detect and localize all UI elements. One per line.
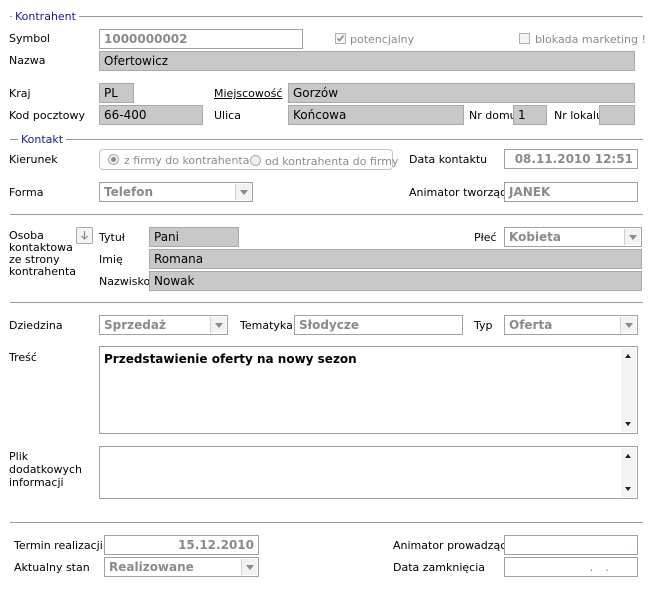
plec-value: Kobieta — [509, 230, 562, 244]
animator-tworzacy-field[interactable]: JANEK — [504, 182, 638, 202]
forma-value: Telefon — [104, 185, 153, 199]
plec-label: Płeć — [474, 231, 497, 244]
chevron-down-icon[interactable] — [235, 184, 251, 200]
data-kontaktu-label: Data kontaktu — [409, 153, 488, 166]
scroll-up-icon[interactable] — [625, 454, 631, 458]
tytul-field: Pani — [149, 227, 239, 247]
chevron-down-icon[interactable] — [210, 317, 226, 333]
tematyka-label: Tematyka — [240, 319, 293, 332]
section-divider — [10, 522, 643, 523]
radio-z-firmy-label: z firmy do kontrahenta — [124, 154, 250, 167]
dziedzina-select[interactable]: Sprzedaż — [99, 315, 228, 335]
radio-od-kontrahenta-label: od kontrahenta do firmy — [265, 155, 399, 168]
data-zamkniecia-label: Data zamknięcia — [393, 561, 486, 574]
symbol-field[interactable]: 1000000002 — [99, 29, 303, 49]
section-divider — [10, 302, 643, 303]
forma-label: Forma — [9, 186, 44, 199]
section-divider — [10, 139, 643, 140]
plik-scrollbar[interactable] — [621, 448, 636, 497]
animator-tworzacy-label: Animator tworzący — [409, 186, 513, 199]
nr-lokalu-field — [599, 105, 635, 125]
tematyka-field[interactable]: Słodycze — [294, 315, 463, 335]
termin-realizacji-label: Termin realizacji — [14, 539, 103, 552]
data-zamkniecia-field[interactable]: . . — [504, 557, 638, 577]
section-title-kontrahent: Kontrahent — [12, 10, 79, 23]
scroll-down-icon[interactable] — [625, 487, 631, 491]
blokada-label: blokada marketing ! — [535, 33, 646, 46]
miejscowosc-field: Gorzów — [288, 83, 635, 103]
ulica-field: Końcowa — [288, 105, 464, 125]
nr-domu-label: Nr domu — [469, 109, 517, 122]
section-title-kontakt: Kontakt — [18, 133, 67, 146]
dziedzina-label: Dziedzina — [9, 319, 63, 332]
blokada-checkbox[interactable] — [519, 33, 530, 44]
kierunek-label: Kierunek — [9, 153, 58, 166]
kraj-label: Kraj — [9, 87, 31, 100]
radio-od-kontrahenta[interactable] — [250, 155, 261, 166]
symbol-label: Symbol — [9, 32, 50, 45]
tresc-label: Treść — [9, 351, 37, 364]
termin-realizacji-field[interactable]: 15.12.2010 — [104, 535, 259, 555]
section-divider — [10, 214, 643, 215]
chevron-down-icon[interactable] — [620, 317, 636, 333]
kraj-field: PL — [99, 83, 134, 103]
osoba-kontaktowa-label: Osoba kontaktowa ze strony kontrahenta — [9, 229, 77, 278]
forma-select[interactable]: Telefon — [99, 182, 253, 202]
down-arrow-button[interactable] — [76, 227, 93, 244]
radio-z-firmy[interactable] — [108, 154, 119, 165]
miejscowosc-link[interactable]: Miejscowość — [214, 87, 282, 100]
animator-prowadzacy-label: Animator prowadzący — [393, 539, 513, 552]
nazwisko-label: Nazwisko — [99, 275, 151, 288]
nazwa-label: Nazwa — [9, 54, 46, 67]
data-kontaktu-field[interactable]: 08.11.2010 12:51 — [504, 149, 638, 169]
chevron-down-icon[interactable] — [241, 559, 257, 575]
aktualny-stan-value: Realizowane — [109, 560, 194, 574]
kod-pocztowy-label: Kod pocztowy — [9, 109, 85, 122]
tresc-text: Przedstawienie oferty na nowy sezon — [104, 352, 357, 366]
potencjalny-checkbox[interactable] — [335, 33, 346, 44]
scroll-up-icon[interactable] — [625, 354, 631, 358]
aktualny-stan-select[interactable]: Realizowane — [104, 557, 259, 577]
nazwisko-field: Nowak — [149, 271, 642, 291]
animator-prowadzacy-field[interactable] — [504, 535, 638, 555]
typ-value: Oferta — [509, 318, 553, 332]
imie-field: Romana — [149, 249, 642, 269]
plik-textarea[interactable] — [99, 446, 638, 499]
arrow-down-icon — [81, 231, 88, 240]
aktualny-stan-label: Aktualny stan — [14, 561, 90, 574]
potencjalny-label: potencjalny — [350, 33, 415, 46]
scroll-down-icon[interactable] — [625, 422, 631, 426]
dziedzina-value: Sprzedaż — [104, 318, 166, 332]
plik-label: Plik dodatkowych informacji — [9, 450, 82, 489]
typ-label: Typ — [474, 319, 493, 332]
nazwa-field: Ofertowicz — [99, 51, 635, 71]
plec-select[interactable]: Kobieta — [504, 227, 642, 247]
ulica-label: Ulica — [214, 109, 241, 122]
tresc-scrollbar[interactable] — [621, 348, 636, 432]
section-divider — [10, 16, 643, 17]
imie-label: Imię — [99, 253, 123, 266]
kod-pocztowy-field: 66-400 — [99, 105, 203, 125]
tytul-label: Tytuł — [99, 231, 125, 244]
nr-lokalu-label: Nr lokalu — [554, 109, 603, 122]
nr-domu-field: 1 — [513, 105, 547, 125]
typ-select[interactable]: Oferta — [504, 315, 638, 335]
tresc-textarea[interactable]: Przedstawienie oferty na nowy sezon — [99, 346, 638, 434]
chevron-down-icon[interactable] — [624, 229, 640, 245]
